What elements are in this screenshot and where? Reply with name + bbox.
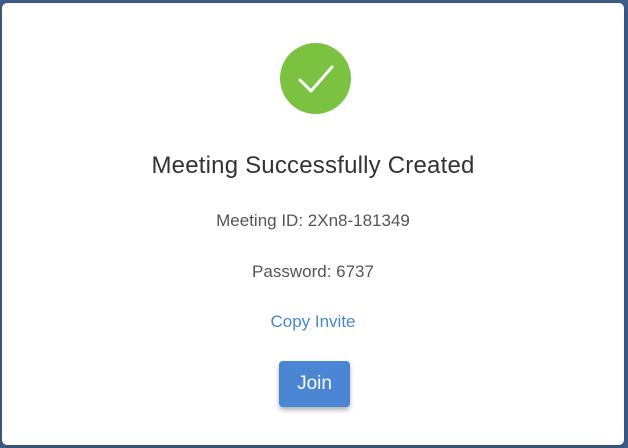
- checkmark-icon: [298, 65, 334, 93]
- copy-invite-row: Copy Invite: [2, 312, 624, 332]
- checkmark-circle-icon: [280, 43, 351, 114]
- join-button[interactable]: Join: [279, 361, 350, 407]
- meeting-id-text: Meeting ID: 2Xn8-181349: [216, 211, 410, 230]
- meeting-created-dialog: Meeting Successfully Created Meeting ID:…: [2, 3, 624, 445]
- dialog-title: Meeting Successfully Created: [151, 152, 475, 179]
- copy-invite-link[interactable]: Copy Invite: [270, 312, 355, 331]
- password-text: Password: 6737: [252, 262, 374, 281]
